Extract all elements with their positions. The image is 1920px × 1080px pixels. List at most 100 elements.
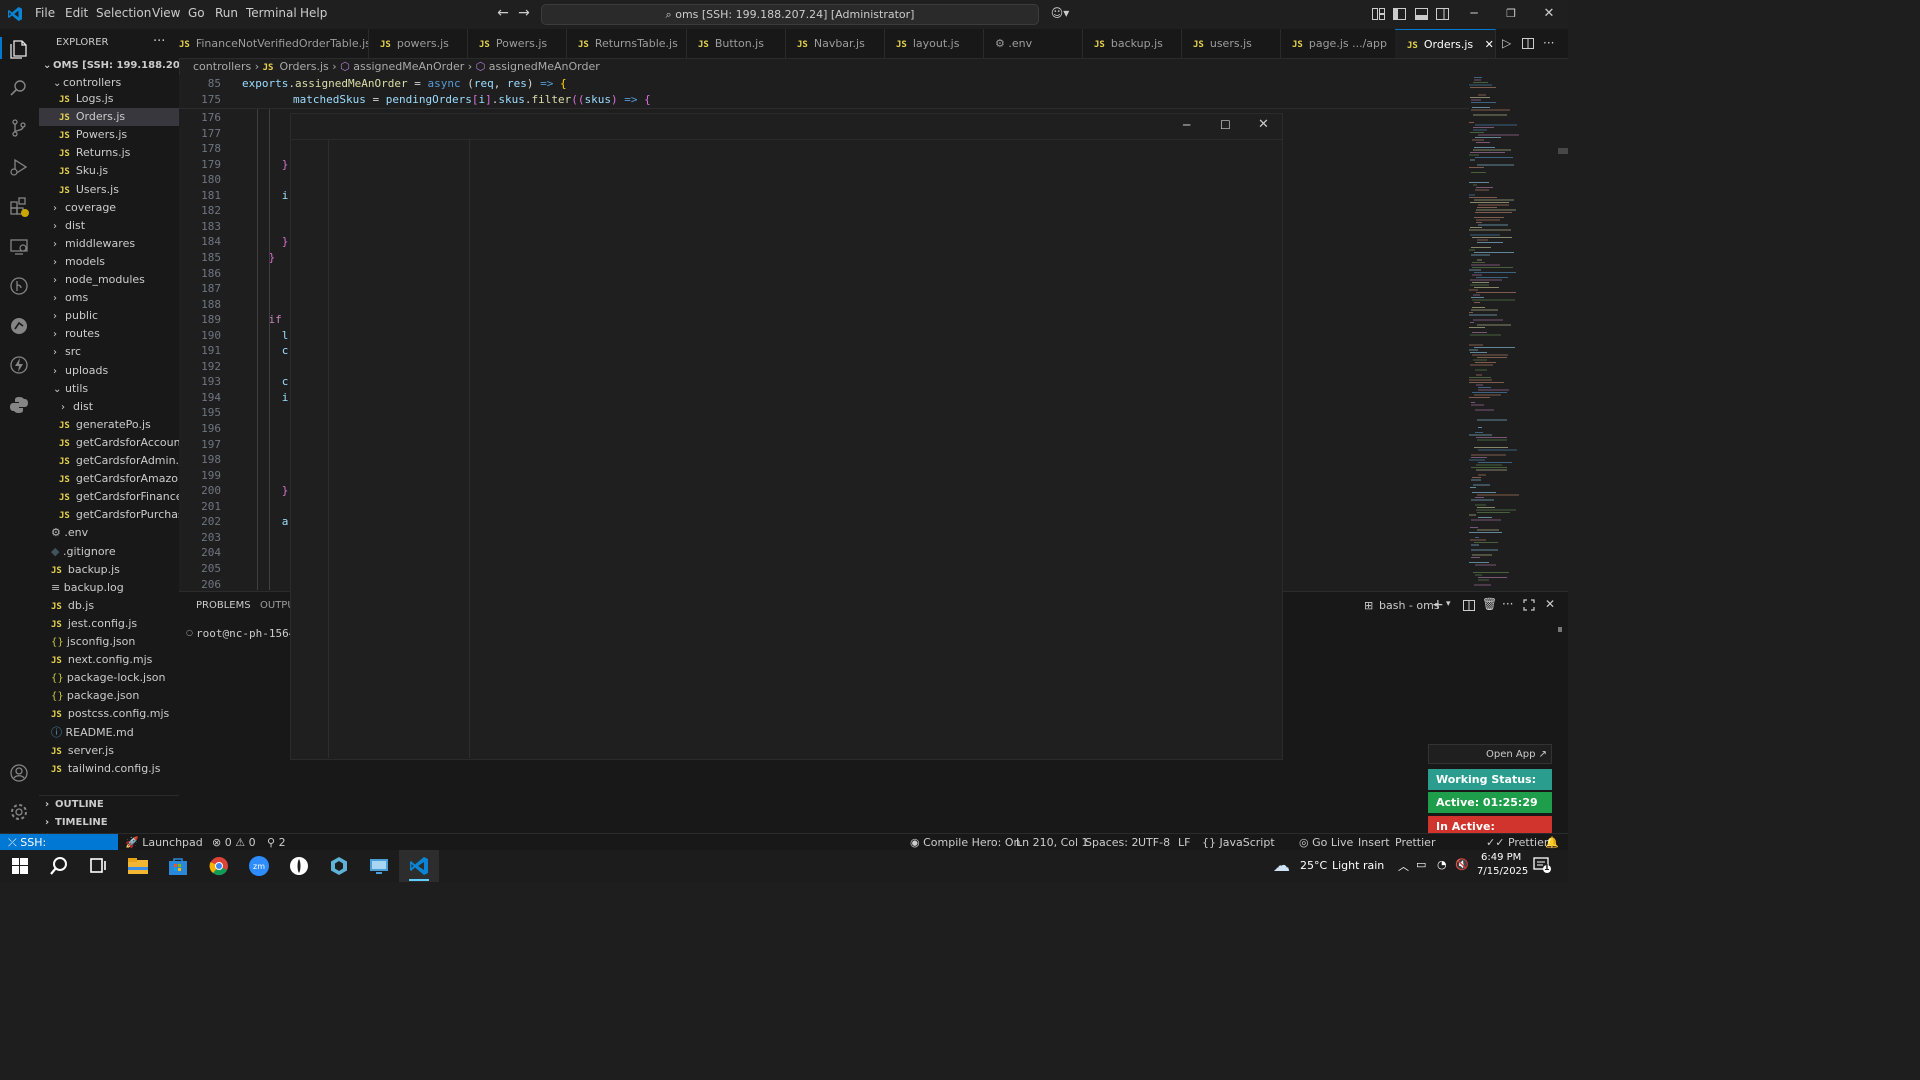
chevron-down-icon[interactable]: ▾ (1446, 599, 1451, 609)
trash-icon[interactable]: 🗑 (1482, 597, 1497, 611)
maximize-icon[interactable]: ☐ (1220, 118, 1231, 132)
editor-tab[interactable]: ⚙ .env (983, 29, 1083, 58)
editor-tab[interactable]: JS Button.js (686, 29, 786, 58)
editor-tab[interactable]: JS Navbar.js (785, 29, 885, 58)
notifications-bell-icon[interactable]: 🔔 (1545, 834, 1559, 851)
forward-arrow-icon[interactable]: → (517, 6, 531, 20)
copilot-icon[interactable]: ☺▾ (1048, 7, 1072, 20)
terminal-name[interactable]: bash - oms (1379, 599, 1440, 612)
problems-item[interactable]: ⊗ 0 ⚠ 0 (212, 834, 256, 851)
minimap[interactable] (1466, 75, 1556, 590)
editor-tab[interactable]: JS users.js (1181, 29, 1281, 58)
editor-tab[interactable]: JS Powers.js (467, 29, 567, 58)
code-line[interactable]: i (242, 189, 289, 202)
indentation[interactable]: Spaces: 2 (1085, 834, 1138, 851)
code-line[interactable]: c (242, 375, 289, 388)
tree-item[interactable]: › routes (39, 325, 179, 343)
accounts-icon[interactable] (8, 762, 30, 784)
tree-item[interactable]: JS server.js (39, 742, 179, 760)
tree-item[interactable]: JS Sku.js (39, 162, 179, 180)
app-circle-icon[interactable] (287, 855, 311, 877)
insert-mode[interactable]: Insert (1358, 834, 1390, 851)
run-debug-icon[interactable] (8, 156, 30, 178)
floating-window-titlebar[interactable]: ─ ☐ ✕ (291, 114, 1282, 140)
windows-start-icon[interactable] (8, 855, 32, 877)
encoding[interactable]: UTF-8 (1138, 834, 1170, 851)
tree-item[interactable]: ⚙ .env (39, 524, 179, 542)
compile-hero-item[interactable]: ◉ Compile Hero: On (910, 834, 1020, 851)
minimize-icon[interactable]: ─ (1467, 7, 1481, 20)
clock-date[interactable]: 7/15/2025 (1477, 866, 1528, 877)
remote-explorer-icon[interactable] (8, 236, 30, 258)
tree-item[interactable]: ◆ .gitignore (39, 543, 179, 561)
search-icon[interactable] (8, 77, 30, 99)
vscode-logo-icon[interactable] (7, 6, 23, 22)
editor-tab[interactable]: JS FinanceNotVerifiedOrderTable.js (179, 29, 369, 58)
clock-time[interactable]: 6:49 PM (1481, 852, 1521, 863)
manage-gear-icon[interactable] (8, 801, 30, 823)
code-line[interactable]: i (242, 391, 289, 404)
split-editor-icon[interactable] (1522, 38, 1534, 49)
explorer-more-icon[interactable]: ··· (153, 34, 165, 49)
tree-item[interactable]: JS Logs.js (39, 90, 179, 108)
git-graph-icon[interactable] (8, 315, 30, 337)
sticky-line-2[interactable]: matchedSkus = pendingOrders[i].skus.filt… (293, 93, 651, 106)
toggle-sidebar-icon[interactable] (1393, 8, 1406, 20)
tree-item[interactable]: {} package-lock.json (39, 669, 179, 687)
command-center-search[interactable]: ⌕ oms [SSH: 199.188.207.24] [Administrat… (541, 4, 1039, 25)
tree-item[interactable]: ⓘ README.md (39, 724, 179, 742)
launchpad-item[interactable]: 🚀 Launchpad (125, 834, 203, 851)
new-terminal-icon[interactable]: + (1432, 597, 1444, 613)
toggle-secondary-sidebar-icon[interactable] (1436, 8, 1449, 20)
editor-tab[interactable]: JS powers.js (368, 29, 468, 58)
extensions-icon[interactable] (8, 196, 30, 218)
tree-item[interactable]: JS tailwind.config.js (39, 760, 179, 778)
more-actions-icon[interactable]: ··· (1543, 36, 1554, 50)
close-window-icon[interactable]: ✕ (1542, 7, 1556, 20)
python-icon[interactable] (8, 394, 30, 416)
menu-terminal[interactable]: Terminal (246, 6, 297, 20)
code-line[interactable]: if (242, 313, 281, 326)
tree-item[interactable]: JS next.config.mjs (39, 651, 179, 669)
prettier-item-2[interactable]: ✓✓ Prettier (1486, 834, 1548, 851)
taskbar-search-icon[interactable] (47, 855, 71, 877)
menu-help[interactable]: Help (300, 6, 327, 20)
vscode-taskbar-icon[interactable] (407, 855, 431, 877)
menu-edit[interactable]: Edit (65, 6, 88, 20)
terminal-scrollbar[interactable] (1558, 627, 1562, 632)
thunder-client-icon[interactable] (8, 354, 30, 376)
code-line[interactable]: } (242, 484, 289, 497)
close-window-icon[interactable]: ✕ (1258, 117, 1269, 132)
tree-item[interactable]: › oms (39, 289, 179, 307)
tree-item[interactable]: {} jsconfig.json (39, 633, 179, 651)
file-explorer-icon[interactable] (126, 855, 150, 877)
code-line[interactable]: } (242, 158, 289, 171)
tree-item[interactable]: JS Orders.js (39, 108, 179, 127)
task-view-icon[interactable] (86, 855, 110, 877)
minimize-icon[interactable]: ─ (1183, 118, 1190, 132)
tree-item[interactable]: JS postcss.config.mjs (39, 705, 179, 723)
menu-go[interactable]: Go (188, 6, 205, 20)
tree-item[interactable]: › dist (39, 217, 179, 235)
code-line[interactable]: } (242, 251, 275, 264)
tree-item[interactable]: › models (39, 253, 179, 271)
maximize-panel-icon[interactable] (1523, 599, 1535, 611)
sticky-line-1[interactable]: exports.assignedMeAnOrder = async (req, … (242, 77, 567, 90)
tree-item[interactable]: ≡ backup.log (39, 579, 179, 597)
zoom-icon[interactable]: zm (247, 855, 271, 877)
breadcrumb-symbol-inner[interactable]: assignedMeAnOrder (489, 60, 600, 73)
volume-muted-icon[interactable]: 🔇 (1455, 858, 1469, 871)
breadcrumb-folder[interactable]: controllers (193, 60, 251, 73)
menu-run[interactable]: Run (215, 6, 238, 20)
floating-window[interactable]: ─ ☐ ✕ (290, 113, 1283, 760)
tree-item[interactable]: › public (39, 307, 179, 325)
tree-item[interactable]: › middlewares (39, 235, 179, 253)
tree-item[interactable]: JS getCardsforAdmin.js (39, 452, 179, 470)
tree-item[interactable]: › uploads (39, 362, 179, 380)
remote-indicator[interactable]: ⤫ SSH: 199.188.207.24 (0, 834, 118, 866)
breadcrumb-file[interactable]: Orders.js (279, 60, 328, 73)
tree-item[interactable]: › coverage (39, 199, 179, 217)
code-line[interactable]: a (242, 515, 289, 528)
tree-item[interactable]: JS Returns.js (39, 144, 179, 162)
tree-item[interactable]: JS getCardsforAmazon.js (39, 470, 179, 488)
